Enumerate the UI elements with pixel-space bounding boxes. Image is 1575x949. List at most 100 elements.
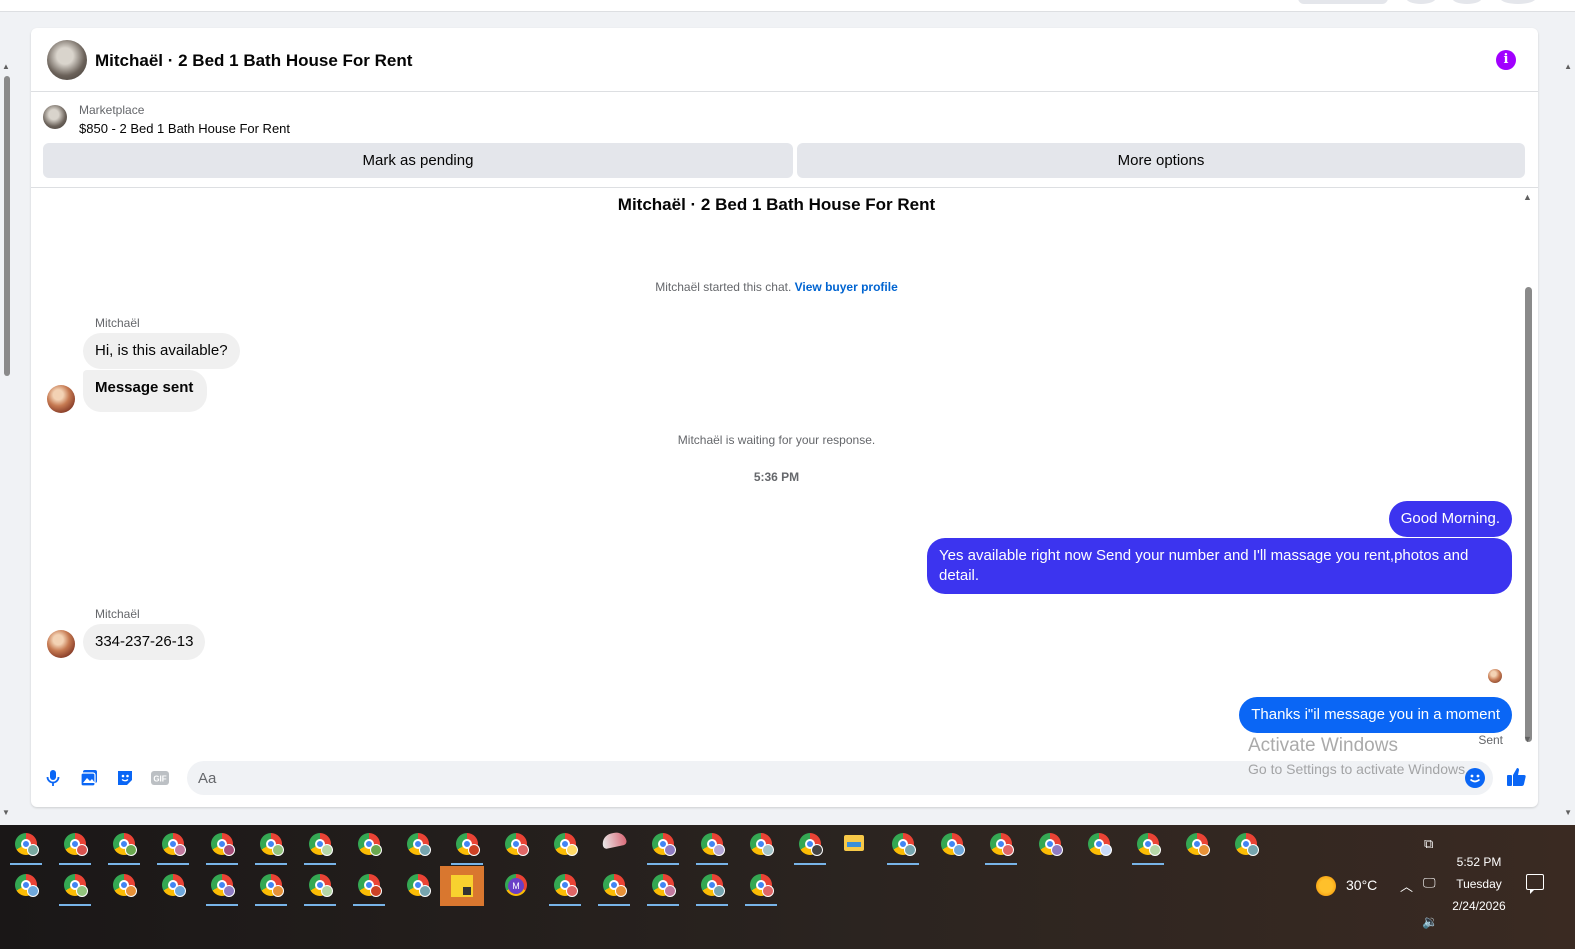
activate-windows-watermark-title: Activate Windows bbox=[1248, 735, 1398, 756]
more-options-button[interactable]: More options bbox=[797, 143, 1525, 178]
chrome-window-icon[interactable] bbox=[739, 866, 783, 906]
chrome-window-icon[interactable] bbox=[788, 825, 832, 865]
chrome-window-icon[interactable] bbox=[151, 825, 195, 865]
chrome-window-icon[interactable] bbox=[930, 825, 974, 865]
chrome-window-icon[interactable] bbox=[445, 825, 489, 865]
account-avatar[interactable] bbox=[1500, 0, 1536, 4]
chrome-window-icon[interactable] bbox=[1077, 825, 1121, 865]
waiting-notice: Mitchaël is waiting for your response. bbox=[677, 433, 876, 447]
top-nav-icon-button[interactable] bbox=[1452, 0, 1482, 4]
chrome-window-icon[interactable] bbox=[494, 825, 538, 865]
outgoing-message[interactable]: Good Morning. bbox=[1388, 501, 1512, 537]
chat-window: Mitchaël · 2 Bed 1 Bath House For Rent i… bbox=[31, 28, 1538, 807]
chrome-window-icon[interactable] bbox=[396, 866, 440, 906]
scroll-down-arrow-icon[interactable]: ▼ bbox=[1523, 734, 1532, 744]
sender-name: Mitchaël bbox=[95, 316, 140, 330]
outgoing-message[interactable]: Thanks i"il message you in a moment bbox=[1239, 697, 1512, 733]
chrome-window-icon[interactable] bbox=[1028, 825, 1072, 865]
chevron-up-icon[interactable]: ︿ bbox=[1400, 876, 1413, 895]
microphone-icon[interactable] bbox=[43, 768, 63, 788]
read-receipt-avatar bbox=[1488, 669, 1502, 683]
chrome-window-icon[interactable] bbox=[739, 825, 783, 865]
marketplace-listing-thumbnail[interactable] bbox=[43, 105, 67, 129]
chrome-window-icon[interactable] bbox=[249, 866, 293, 906]
mark-as-pending-button[interactable]: Mark as pending bbox=[43, 143, 793, 178]
clock-time[interactable]: 5:52 PM bbox=[1452, 855, 1506, 869]
network-icon[interactable]: 🖵 bbox=[1423, 875, 1436, 891]
chrome-window-icon[interactable] bbox=[592, 866, 636, 906]
thread-scrollbar[interactable]: ▲ ▼ bbox=[1522, 192, 1534, 747]
chrome-window-icon[interactable] bbox=[543, 866, 587, 906]
weather-temperature[interactable]: 30°C bbox=[1346, 877, 1377, 893]
incoming-message[interactable]: Hi, is this available? bbox=[83, 333, 240, 369]
clock-day[interactable]: Tuesday bbox=[1452, 877, 1506, 891]
scrollbar-thumb[interactable] bbox=[4, 76, 10, 376]
chrome-window-icon[interactable] bbox=[1126, 825, 1170, 865]
sender-name: Mitchaël bbox=[95, 607, 140, 621]
top-navigation-strip bbox=[0, 0, 1575, 12]
device-icon[interactable]: ⧉ bbox=[1424, 836, 1433, 852]
top-nav-icon-button[interactable] bbox=[1406, 0, 1436, 4]
chrome-window-icon[interactable] bbox=[543, 825, 587, 865]
message-timestamp: 5:36 PM bbox=[753, 470, 800, 484]
paint-app-icon[interactable] bbox=[592, 825, 636, 865]
top-nav-button[interactable] bbox=[1298, 0, 1388, 4]
photo-icon[interactable] bbox=[79, 768, 99, 788]
chat-start-text: Mitchaël started this chat. bbox=[655, 280, 792, 294]
info-icon[interactable]: i bbox=[1496, 50, 1516, 70]
divider bbox=[31, 187, 1538, 188]
chrome-window-icon[interactable] bbox=[298, 866, 342, 906]
thumbs-up-icon[interactable] bbox=[1505, 765, 1529, 789]
buyer-avatar[interactable] bbox=[47, 630, 75, 658]
view-buyer-profile-link[interactable]: View buyer profile bbox=[795, 280, 898, 294]
chrome-window-icon[interactable] bbox=[151, 866, 195, 906]
page-scrollbar-right[interactable]: ▲ ▼ bbox=[1561, 62, 1575, 822]
incoming-message[interactable]: Message sent bbox=[83, 370, 208, 412]
scroll-down-arrow-icon[interactable]: ▼ bbox=[2, 808, 10, 817]
file-explorer-icon[interactable] bbox=[832, 825, 876, 865]
chrome-window-icon[interactable] bbox=[249, 825, 293, 865]
scroll-down-arrow-icon[interactable]: ▼ bbox=[1564, 808, 1572, 817]
chrome-window-icon[interactable] bbox=[347, 825, 391, 865]
chrome-window-icon[interactable] bbox=[396, 825, 440, 865]
listing-summary[interactable]: $850 - 2 Bed 1 Bath House For Rent bbox=[79, 121, 290, 136]
chrome-window-icon[interactable] bbox=[1224, 825, 1268, 865]
chat-header-title[interactable]: Mitchaël · 2 Bed 1 Bath House For Rent bbox=[95, 51, 412, 71]
sticky-notes-icon[interactable] bbox=[440, 866, 484, 906]
gif-icon[interactable]: GIF bbox=[150, 768, 170, 788]
listing-avatar[interactable] bbox=[47, 40, 87, 80]
notification-center-icon[interactable] bbox=[1526, 874, 1544, 894]
volume-icon[interactable]: 🔉 bbox=[1422, 914, 1438, 930]
chrome-window-icon[interactable] bbox=[200, 866, 244, 906]
weather-sun-icon[interactable] bbox=[1316, 876, 1336, 896]
activate-windows-watermark-subtitle: Go to Settings to activate Windows. bbox=[1248, 761, 1469, 777]
outgoing-message[interactable]: Yes available right now Send your number… bbox=[927, 538, 1512, 594]
chrome-window-icon[interactable] bbox=[4, 866, 48, 906]
chrome-window-icon[interactable] bbox=[53, 825, 97, 865]
chrome-window-icon[interactable] bbox=[979, 825, 1023, 865]
chrome-window-icon[interactable] bbox=[690, 866, 734, 906]
page-scrollbar-left[interactable]: ▲ ▼ bbox=[0, 62, 14, 822]
chat-header: Mitchaël · 2 Bed 1 Bath House For Rent i bbox=[31, 28, 1538, 92]
scroll-up-arrow-icon[interactable]: ▲ bbox=[2, 62, 10, 71]
clock-date[interactable]: 2/24/2026 bbox=[1446, 899, 1512, 913]
chrome-window-icon[interactable] bbox=[4, 825, 48, 865]
chrome-window-icon[interactable] bbox=[200, 825, 244, 865]
chrome-window-icon[interactable] bbox=[881, 825, 925, 865]
chrome-window-icon[interactable] bbox=[641, 866, 685, 906]
scroll-up-arrow-icon[interactable]: ▲ bbox=[1564, 62, 1572, 71]
chrome-window-icon[interactable] bbox=[1175, 825, 1219, 865]
chrome-window-icon[interactable] bbox=[102, 866, 146, 906]
chrome-window-icon[interactable] bbox=[102, 825, 146, 865]
buyer-avatar[interactable] bbox=[47, 385, 75, 413]
chrome-window-icon[interactable] bbox=[53, 866, 97, 906]
chrome-window-icon[interactable] bbox=[690, 825, 734, 865]
sticker-icon[interactable] bbox=[115, 768, 135, 788]
chrome-window-icon[interactable] bbox=[298, 825, 342, 865]
meet-app-icon[interactable]: M bbox=[494, 866, 538, 906]
scroll-up-arrow-icon[interactable]: ▲ bbox=[1523, 192, 1532, 202]
incoming-message[interactable]: 334-237-26-13 bbox=[83, 624, 206, 660]
chrome-window-icon[interactable] bbox=[347, 866, 391, 906]
scrollbar-thumb[interactable] bbox=[1525, 287, 1532, 742]
chrome-window-icon[interactable] bbox=[641, 825, 685, 865]
